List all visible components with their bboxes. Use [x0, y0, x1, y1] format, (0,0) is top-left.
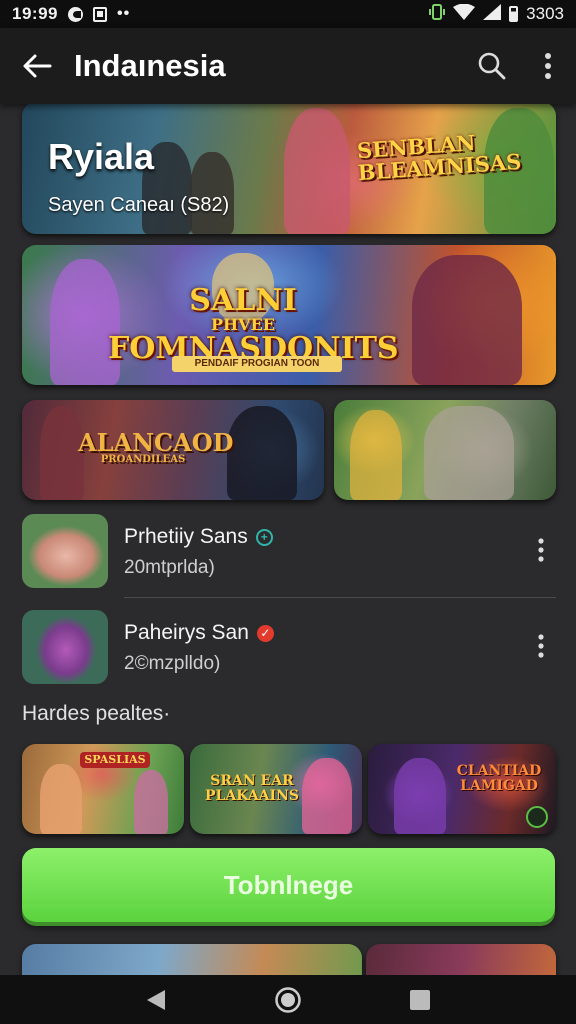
- banner-title: Ryiala: [48, 136, 155, 177]
- more-vert-icon: [538, 538, 544, 562]
- overflow-menu-button[interactable]: [520, 28, 576, 104]
- app-bar: Indaınesia: [0, 28, 576, 104]
- banner-subtitle: Sayen Caneaı (S82): [48, 194, 230, 216]
- list-item[interactable]: Paheirys San ✓ 2©mzplldo): [0, 603, 576, 689]
- battery-icon: [509, 6, 519, 22]
- featured-banner[interactable]: Ryiala Sayen Caneaı (S82) SENBLAN BLEAMN…: [22, 104, 556, 234]
- tile-logo: SPASLIAS: [80, 752, 150, 768]
- content-scroll[interactable]: Ryiala Sayen Caneaı (S82) SENBLAN BLEAMN…: [0, 104, 576, 975]
- vibrate-icon: [429, 3, 446, 26]
- nav-recents-icon: [410, 989, 430, 1010]
- section-heading: Hardes pealtes·: [22, 702, 171, 725]
- nav-recents-button[interactable]: [396, 980, 444, 1020]
- promo-logo: SALNI PHVEE FOMNASDONITS: [108, 283, 399, 365]
- tile-logo-line: SRAN EAR: [210, 773, 294, 789]
- back-button[interactable]: [0, 28, 74, 104]
- tile-logo-line: CLANTIAD: [456, 763, 542, 779]
- tile-logo-line: PLAKAAINS: [204, 787, 299, 804]
- search-button[interactable]: [464, 28, 520, 104]
- nav-back-button[interactable]: [132, 980, 180, 1020]
- play-badge-icon: [526, 806, 548, 828]
- game-tile[interactable]: [334, 400, 556, 500]
- tile-logo-line: ALANCAOD: [78, 428, 234, 457]
- more-vert-icon: [538, 634, 544, 658]
- app-thumbnail: [22, 610, 108, 684]
- tile-artwork: [334, 400, 556, 500]
- verified-badge-icon: ✓: [256, 624, 274, 642]
- tile-logo: ALANCAOD PROANDILEAS: [78, 428, 234, 466]
- add-badge-icon: +: [255, 528, 273, 546]
- small-game-tile[interactable]: SPASLIAS: [22, 744, 184, 834]
- list-item[interactable]: Prhetiiy Sans + 20mtprlda): [0, 507, 576, 593]
- page-title: Indaınesia: [74, 48, 226, 83]
- small-game-tile[interactable]: SRAN EAR PLAKAAINS: [190, 744, 362, 834]
- small-game-tile[interactable]: CLANTIAD LAMIGAD: [368, 744, 556, 834]
- list-item-title: Paheirys San ✓: [124, 621, 274, 645]
- divider: [124, 597, 556, 598]
- more-vert-icon: [545, 53, 551, 79]
- system-nav-bar: [0, 975, 576, 1024]
- game-tile[interactable]: ALANCAOD PROANDILEAS: [22, 400, 324, 500]
- game-tile-partial[interactable]: [366, 944, 556, 975]
- notification-image-icon: [92, 6, 107, 22]
- tile-logo-line: LAMIGAD: [460, 777, 538, 794]
- app-thumbnail: [22, 514, 108, 588]
- status-bar: 19:99 •• 3303: [0, 0, 576, 28]
- promo-logo-subtitle: PENDAIF PROGIAN TOON: [172, 356, 342, 372]
- tile-artwork: [366, 944, 556, 975]
- banner-logo: SENBLAN BLEAMNISAS: [356, 129, 523, 186]
- nav-back-icon: [147, 989, 165, 1010]
- item-more-button[interactable]: [526, 625, 556, 667]
- signal-icon: [483, 3, 502, 25]
- primary-action-button[interactable]: Tobnlnege: [22, 848, 555, 922]
- nav-home-icon: [275, 986, 301, 1013]
- arrow-back-icon: [23, 54, 52, 78]
- list-item-subtitle: 20mtprlda): [124, 557, 215, 578]
- list-item-name: Paheirys San: [124, 621, 249, 644]
- search-icon: [478, 52, 506, 80]
- tile-logo: CLANTIAD LAMIGAD: [454, 764, 544, 793]
- list-item-subtitle: 2©mzplldo): [124, 653, 221, 674]
- item-more-button[interactable]: [526, 529, 556, 571]
- notification-c-icon: [67, 6, 83, 22]
- notification-more-icon: ••: [116, 5, 131, 22]
- tile-artwork: [22, 944, 362, 975]
- list-item-name: Prhetiiy Sans: [124, 525, 248, 548]
- tile-logo: SRAN EAR PLAKAAINS: [202, 774, 302, 803]
- battery-text: 3303: [526, 4, 564, 23]
- nav-home-button[interactable]: [264, 980, 312, 1020]
- promo-logo-line: SALNI: [189, 283, 297, 318]
- list-item-title: Prhetiiy Sans +: [124, 525, 273, 549]
- promo-banner[interactable]: SALNI PHVEE FOMNASDONITS PENDAIF PROGIAN…: [22, 245, 556, 385]
- wifi-icon: [453, 3, 476, 25]
- game-tile-partial[interactable]: [22, 944, 362, 975]
- status-time: 19:99: [12, 4, 58, 23]
